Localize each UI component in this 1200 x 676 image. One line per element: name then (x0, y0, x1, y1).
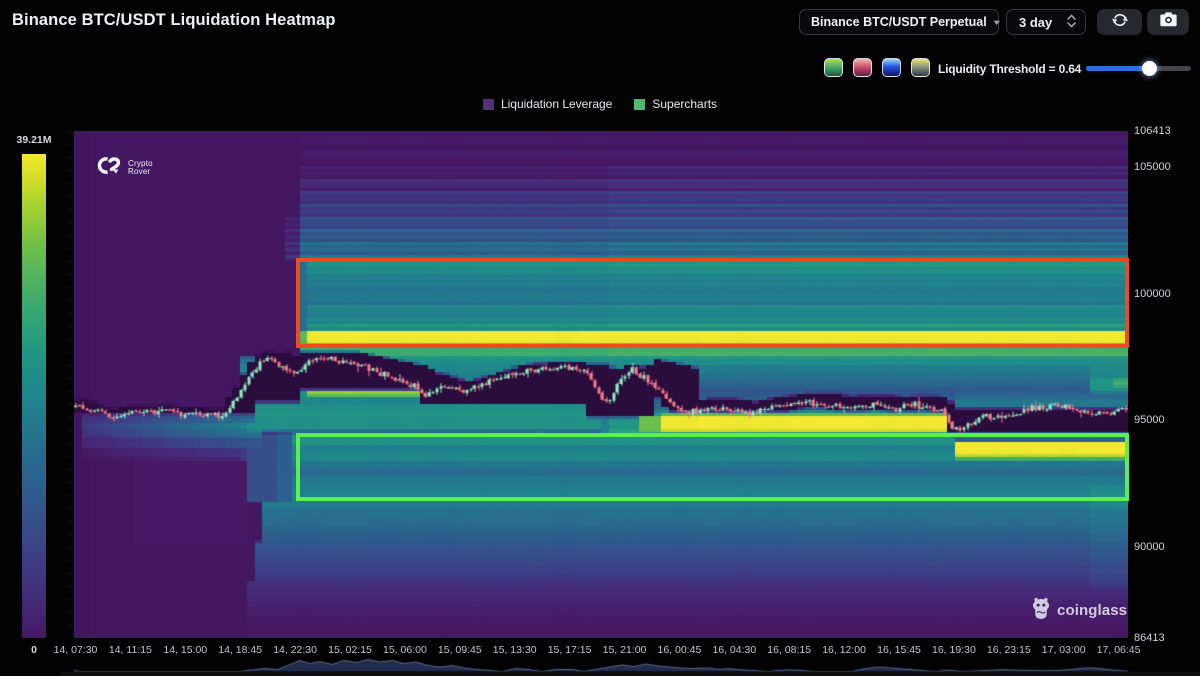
colorbar-max-label: 39.21M (14, 134, 54, 146)
crypto-rover-text: Crypto Rover (128, 160, 153, 177)
time-tick-label: 15, 13:30 (493, 644, 537, 656)
refresh-button[interactable] (1097, 9, 1142, 35)
interval-select-value: 3 day (1019, 15, 1052, 30)
coinglass-text: coinglass (1057, 602, 1127, 619)
threshold-label: Liquidity Threshold = 0.64 (938, 62, 1081, 76)
swatch-red[interactable] (853, 58, 872, 77)
time-tick-label: 15, 21:00 (603, 644, 647, 656)
time-tick-label: 15, 17:15 (548, 644, 592, 656)
symbol-select[interactable]: Binance BTC/USDT Perpetual ▼ (799, 9, 999, 35)
colorbar (22, 154, 46, 638)
legend-swatch (483, 99, 494, 110)
price-candles (74, 131, 1128, 638)
swatch-green[interactable] (824, 58, 843, 77)
time-tick-label: 14, 15:00 (163, 644, 207, 656)
time-tick-label: 14, 18:45 (218, 644, 262, 656)
time-tick-label: 15, 02:15 (328, 644, 372, 656)
price-tick-label: 106413 (1134, 125, 1171, 137)
price-tick-label: 95000 (1134, 414, 1165, 426)
camera-button[interactable] (1147, 9, 1189, 35)
axis-ticks (64, 131, 74, 638)
time-tick-label: 16, 23:15 (987, 644, 1031, 656)
time-tick-label: 17, 03:00 (1042, 644, 1086, 656)
chevron-down-icon: ▼ (991, 18, 1001, 27)
resistance-zone-annotation (296, 258, 1129, 348)
time-tick-label: 16, 00:45 (657, 644, 701, 656)
time-tick-label: 15, 09:45 (438, 644, 482, 656)
time-tick-label: 16, 19:30 (932, 644, 976, 656)
time-tick-label: 16, 04:30 (712, 644, 756, 656)
symbol-select-value: Binance BTC/USDT Perpetual (811, 15, 987, 29)
coinglass-logo-icon (1031, 597, 1051, 624)
slider-fill (1086, 66, 1149, 71)
time-tick-label: 17, 06:45 (1097, 644, 1141, 656)
legend-swatch (634, 99, 645, 110)
swatch-yellow[interactable] (911, 58, 930, 77)
crypto-rover-watermark: Crypto Rover (96, 157, 153, 179)
refresh-icon (1111, 11, 1129, 34)
time-tick-label: 14, 22:30 (273, 644, 317, 656)
price-tick-label: 86413 (1134, 632, 1165, 644)
legend-label: Liquidation Leverage (501, 97, 612, 111)
time-tick-label: 16, 08:15 (767, 644, 811, 656)
colormap-swatches (824, 58, 930, 77)
page-title: Binance BTC/USDT Liquidation Heatmap (12, 11, 336, 30)
up-down-chevrons-icon (1067, 13, 1076, 32)
slider-knob[interactable] (1142, 61, 1157, 76)
colorbar-min-label: 0 (14, 644, 54, 656)
price-tick-label: 90000 (1134, 541, 1165, 553)
navigator-chart[interactable] (60, 657, 1200, 676)
threshold-slider[interactable] (1086, 66, 1191, 71)
time-tick-label: 14, 11:15 (109, 644, 152, 656)
support-zone-annotation (296, 433, 1129, 501)
time-tick-label: 14, 07:30 (54, 644, 98, 656)
legend-item[interactable]: Supercharts (634, 97, 717, 111)
legend-item[interactable]: Liquidation Leverage (483, 97, 612, 111)
interval-select[interactable]: 3 day (1006, 9, 1086, 35)
crypto-rover-logo-icon (96, 157, 121, 179)
time-tick-label: 16, 15:45 (877, 644, 921, 656)
swatch-blue[interactable] (882, 58, 901, 77)
price-tick-label: 105000 (1134, 161, 1171, 173)
time-tick-label: 15, 06:00 (383, 644, 427, 656)
price-tick-label: 100000 (1134, 288, 1171, 300)
legend-label: Supercharts (652, 97, 717, 111)
camera-icon (1160, 12, 1177, 32)
time-tick-label: 16, 12:00 (822, 644, 866, 656)
legend: Liquidation Leverage Supercharts (0, 97, 1200, 111)
coinglass-watermark: coinglass (1031, 597, 1127, 624)
